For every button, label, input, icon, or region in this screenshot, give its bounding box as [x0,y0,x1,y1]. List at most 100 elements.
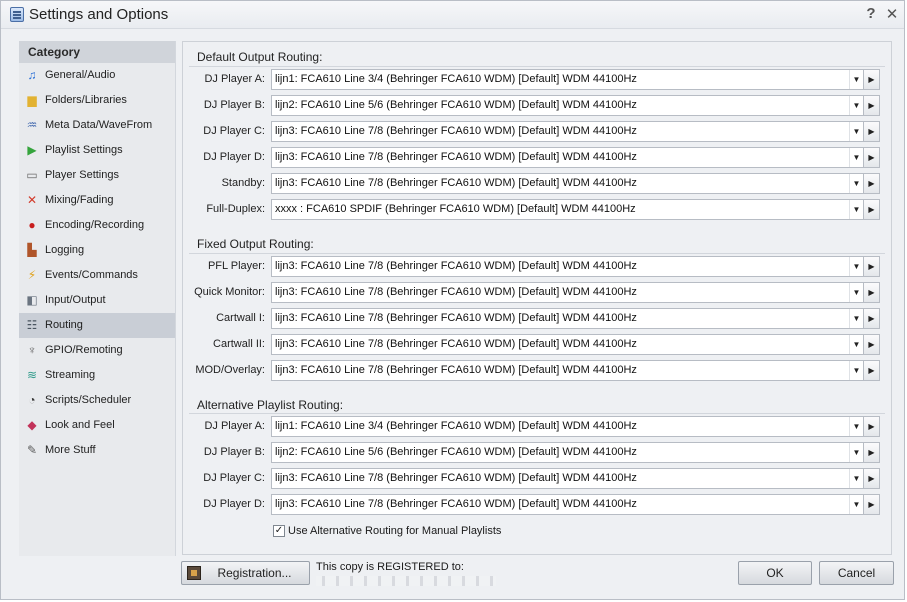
help-button[interactable]: ? [862,5,880,22]
fixed-cartwall-i-select[interactable]: lijn3: FCA610 Line 7/8 (Behringer FCA610… [271,308,864,329]
default-dj-player-d-select[interactable]: lijn3: FCA610 Line 7/8 (Behringer FCA610… [271,147,864,168]
default-standby-play-icon[interactable]: ▶ [864,173,880,194]
streaming-icon: ≋ [26,368,38,382]
ok-button[interactable]: OK [738,561,812,585]
sidebar-item-label: Mixing/Fading [45,194,114,206]
sidebar-item-playlist-settings[interactable]: ▶ Playlist Settings [19,138,175,163]
playlist-icon: ▶ [27,143,37,157]
chevron-down-icon[interactable]: ▼ [849,495,863,514]
record-icon: ● [28,218,36,232]
fixed-quick-monitor-value: lijn3: FCA610 Line 7/8 (Behringer FCA610… [275,286,637,298]
fixed-pfl-player-select[interactable]: lijn3: FCA610 Line 7/8 (Behringer FCA610… [271,256,864,277]
chevron-down-icon[interactable]: ▼ [849,70,863,89]
alt-dj-player-d-select[interactable]: lijn3: FCA610 Line 7/8 (Behringer FCA610… [271,494,864,515]
alt-dj-player-a-play-icon[interactable]: ▶ [864,416,880,437]
sidebar-item-folders-libraries[interactable]: ▆ Folders/Libraries [19,88,175,113]
chevron-down-icon[interactable]: ▼ [849,148,863,167]
sidebar-item-routing[interactable]: ☷ Routing [19,313,175,338]
chevron-down-icon[interactable]: ▼ [849,257,863,276]
alt-dj-player-a-select[interactable]: lijn1: FCA610 Line 3/4 (Behringer FCA610… [271,416,864,437]
close-button[interactable]: ✕ [883,5,901,23]
chevron-down-icon[interactable]: ▼ [849,335,863,354]
alt-dj-player-c-play-icon[interactable]: ▶ [864,468,880,489]
default-dj-player-c-select[interactable]: lijn3: FCA610 Line 7/8 (Behringer FCA610… [271,121,864,142]
sidebar-item-label: GPIO/Remoting [45,344,123,356]
sidebar-item-label: Scripts/Scheduler [45,394,132,406]
default-dj-player-a-select[interactable]: lijn1: FCA610 Line 3/4 (Behringer FCA610… [271,69,864,90]
fixed-quick-monitor-play-icon[interactable]: ▶ [864,282,880,303]
chevron-down-icon[interactable]: ▼ [849,417,863,436]
sidebar-item-label: More Stuff [45,444,96,456]
chevron-down-icon[interactable]: ▼ [849,174,863,193]
metadata-icon: ♒ [26,118,38,132]
chevron-down-icon[interactable]: ▼ [849,469,863,488]
registered-text: This copy is REGISTERED to: [316,561,464,573]
alt-dj-player-b-select[interactable]: lijn2: FCA610 Line 5/6 (Behringer FCA610… [271,442,864,463]
fixed-mod-overlay-label: MOD/Overlay: [195,364,265,376]
alt-dj-player-d-play-icon[interactable]: ▶ [864,494,880,515]
fixed-cartwall-ii-value: lijn3: FCA610 Line 7/8 (Behringer FCA610… [275,338,637,350]
fixed-cartwall-ii-play-icon[interactable]: ▶ [864,334,880,355]
default-dj-player-b-select[interactable]: lijn2: FCA610 Line 5/6 (Behringer FCA610… [271,95,864,116]
use-alternative-routing-checkbox[interactable]: ✓ [273,525,285,537]
fixed-mod-overlay-select[interactable]: lijn3: FCA610 Line 7/8 (Behringer FCA610… [271,360,864,381]
sidebar-item-input-output[interactable]: ◧ Input/Output [19,288,175,313]
sidebar-item-label: Streaming [45,369,96,381]
fixed-pfl-player-play-icon[interactable]: ▶ [864,256,880,277]
fixed-cartwall-i-play-icon[interactable]: ▶ [864,308,880,329]
use-alternative-routing-label: Use Alternative Routing for Manual Playl… [288,525,502,537]
chevron-down-icon[interactable]: ▼ [849,122,863,141]
fixed-mod-overlay-play-icon[interactable]: ▶ [864,360,880,381]
chevron-down-icon[interactable]: ▼ [849,361,863,380]
default-dj-player-c-value: lijn3: FCA610 Line 7/8 (Behringer FCA610… [275,125,637,137]
alt-dj-player-c-label: DJ Player C: [203,472,265,484]
fixed-cartwall-i-label: Cartwall I: [216,312,265,324]
default-dj-player-a-value: lijn1: FCA610 Line 3/4 (Behringer FCA610… [275,73,637,85]
clock-icon: ◔ [28,393,36,407]
default-dj-player-b-label: DJ Player B: [203,99,265,111]
sidebar-item-general-audio[interactable]: ♫ General/Audio [19,63,175,88]
default-dj-player-b-play-icon[interactable]: ▶ [864,95,880,116]
sidebar-item-encoding-recording[interactable]: ● Encoding/Recording [19,213,175,238]
default-section-title: Default Output Routing: [197,50,323,64]
default-full-duplex-play-icon[interactable]: ▶ [864,199,880,220]
sidebar-item-player-settings[interactable]: ▭ Player Settings [19,163,175,188]
registration-button-label: Registration... [217,566,292,580]
chevron-down-icon[interactable]: ▼ [849,443,863,462]
default-dj-player-a-play-icon[interactable]: ▶ [864,69,880,90]
chevron-down-icon[interactable]: ▼ [849,200,863,219]
cancel-button[interactable]: Cancel [819,561,894,585]
sidebar-item-events-commands[interactable]: ⚡ Events/Commands [19,263,175,288]
default-dj-player-c-play-icon[interactable]: ▶ [864,121,880,142]
logging-icon: ▙ [27,243,37,257]
sidebar-item-mixing-fading[interactable]: ✕ Mixing/Fading [19,188,175,213]
sidebar-item-streaming[interactable]: ≋ Streaming [19,363,175,388]
sidebar-item-meta-data-wavefrom[interactable]: ♒ Meta Data/WaveFrom [19,113,175,138]
registration-icon [187,566,201,580]
sidebar-item-label: Player Settings [45,169,119,181]
sidebar-item-scripts-scheduler[interactable]: ◔ Scripts/Scheduler [19,388,175,413]
registration-button[interactable]: Registration... [181,561,310,585]
chevron-down-icon[interactable]: ▼ [849,96,863,115]
chevron-down-icon[interactable]: ▼ [849,283,863,302]
sidebar-item-look-and-feel[interactable]: ◆ Look and Feel [19,413,175,438]
chevron-down-icon[interactable]: ▼ [849,309,863,328]
default-dj-player-c-label: DJ Player C: [203,125,265,137]
fixed-mod-overlay-value: lijn3: FCA610 Line 7/8 (Behringer FCA610… [275,364,637,376]
default-standby-select[interactable]: lijn3: FCA610 Line 7/8 (Behringer FCA610… [271,173,864,194]
sidebar-item-more-stuff[interactable]: ✎ More Stuff [19,438,175,463]
sidebar-item-label: Input/Output [45,294,106,306]
folder-icon: ▆ [27,93,37,107]
fixed-cartwall-ii-select[interactable]: lijn3: FCA610 Line 7/8 (Behringer FCA610… [271,334,864,355]
sidebar-item-gpio-remoting[interactable]: ♆ GPIO/Remoting [19,338,175,363]
default-dj-player-d-play-icon[interactable]: ▶ [864,147,880,168]
window-title: Settings and Options [29,6,169,23]
fixed-quick-monitor-select[interactable]: lijn3: FCA610 Line 7/8 (Behringer FCA610… [271,282,864,303]
default-full-duplex-select[interactable]: xxxx : FCA610 SPDIF (Behringer FCA610 WD… [271,199,864,220]
alt-dj-player-c-select[interactable]: lijn3: FCA610 Line 7/8 (Behringer FCA610… [271,468,864,489]
sidebar-item-logging[interactable]: ▙ Logging [19,238,175,263]
alt-dj-player-a-value: lijn1: FCA610 Line 3/4 (Behringer FCA610… [275,420,637,432]
fixed-section-divider [189,253,885,254]
alt-dj-player-b-play-icon[interactable]: ▶ [864,442,880,463]
sidebar-item-label: Meta Data/WaveFrom [45,119,153,131]
